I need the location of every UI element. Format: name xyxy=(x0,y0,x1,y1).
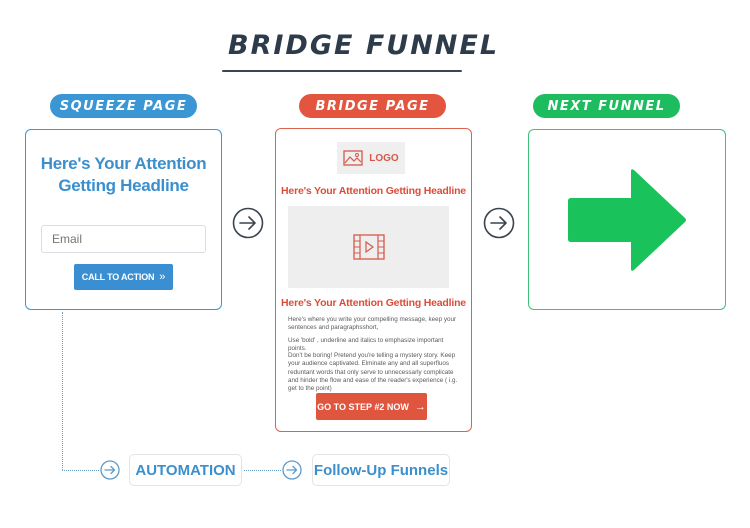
go-to-step-2-button[interactable]: GO TO STEP #2 NOW → xyxy=(316,393,427,420)
arrow-right-circle-icon xyxy=(483,207,515,239)
bridge-page-label: BRIDGE PAGE xyxy=(299,94,446,118)
image-icon xyxy=(343,150,363,166)
logo-placeholder: LOGO xyxy=(337,142,405,174)
video-placeholder[interactable] xyxy=(288,206,449,288)
squeeze-page-card: Here's Your Attention Getting Headline C… xyxy=(25,129,222,310)
squeeze-headline: Here's Your Attention Getting Headline xyxy=(40,154,207,195)
dotted-connector-vertical xyxy=(62,312,63,470)
diagram-title: BRIDGE FUNNEL xyxy=(228,30,500,61)
dotted-connector-2 xyxy=(244,470,281,471)
bridge-page-card: LOGO Here's Your Attention Getting Headl… xyxy=(275,128,472,432)
video-play-icon xyxy=(352,234,385,260)
arrow-right-circle-icon xyxy=(282,460,302,480)
arrow-right-circle-icon xyxy=(232,207,264,239)
automation-tag: AUTOMATION xyxy=(129,454,242,486)
squeeze-page-label: SQUEEZE PAGE xyxy=(50,94,197,118)
next-funnel-card xyxy=(528,129,726,310)
big-green-arrow-icon xyxy=(568,169,686,271)
bridge-paragraph-1: Here's where you write your compelling m… xyxy=(288,316,457,332)
follow-up-funnels-tag: Follow-Up Funnels xyxy=(312,454,450,486)
arrow-right-circle-icon xyxy=(100,460,120,480)
go-to-step-2-label: GO TO STEP #2 NOW xyxy=(317,401,409,412)
arrow-right-icon: → xyxy=(414,400,426,413)
call-to-action-button[interactable]: CALL TO ACTION » xyxy=(74,264,173,290)
logo-label: LOGO xyxy=(369,152,399,164)
title-underline xyxy=(222,70,462,72)
bridge-headline-bottom: Here's Your Attention Getting Headline xyxy=(281,297,466,309)
cta-label: CALL TO ACTION xyxy=(81,272,155,282)
bridge-headline-top: Here's Your Attention Getting Headline xyxy=(281,185,466,197)
email-input[interactable] xyxy=(41,225,206,253)
double-chevron-right-icon: » xyxy=(159,271,166,283)
bridge-paragraph-3: Don't be boring! Pretend you're telling … xyxy=(288,352,458,393)
next-funnel-label: NEXT FUNNEL xyxy=(533,94,680,118)
dotted-connector-1 xyxy=(62,470,99,471)
